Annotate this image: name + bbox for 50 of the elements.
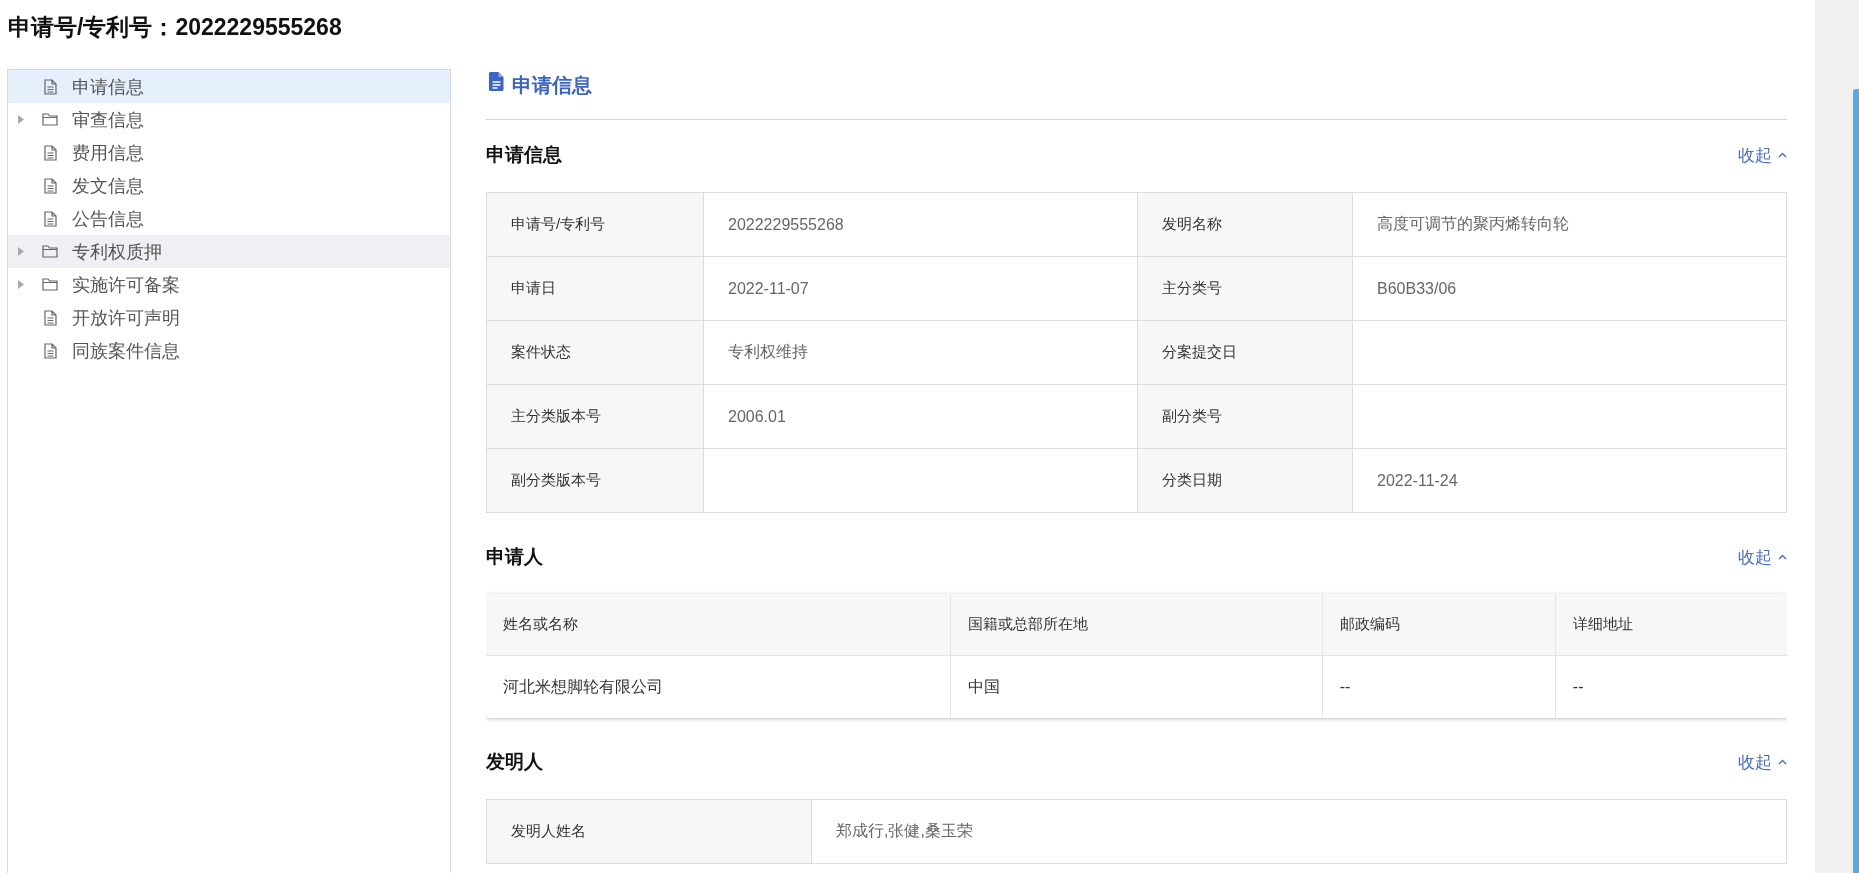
document-icon (43, 210, 57, 227)
section-title: 发明人 (486, 750, 543, 774)
tree-item[interactable]: 申请信息 (8, 70, 450, 103)
field-label: 申请日 (487, 257, 704, 321)
field-value: 高度可调节的聚丙烯转向轮 (1353, 193, 1787, 257)
collapse-link[interactable]: 收起 (1738, 750, 1787, 774)
chevron-up-icon (1778, 152, 1787, 158)
table-cell: -- (1322, 656, 1556, 718)
field-label: 申请号/专利号 (487, 193, 704, 257)
document-icon (43, 342, 57, 359)
column-header: 姓名或名称 (486, 594, 952, 656)
field-label: 分案提交日 (1138, 321, 1353, 385)
caret-icon[interactable] (18, 280, 24, 289)
table-cell: 河北米想脚轮有限公司 (486, 656, 952, 718)
field-value: 郑成行,张健,桑玉荣 (812, 800, 1787, 864)
field-label: 案件状态 (487, 321, 704, 385)
collapse-link[interactable]: 收起 (1738, 143, 1787, 167)
folder-icon (42, 245, 58, 258)
collapse-link[interactable]: 收起 (1738, 545, 1787, 569)
chevron-up-icon (1778, 554, 1787, 560)
scrollbar-thumb[interactable] (1853, 89, 1859, 873)
chevron-up-icon (1778, 759, 1787, 765)
field-label: 副分类版本号 (487, 449, 704, 513)
folder-icon (42, 278, 58, 291)
section-title: 申请人 (486, 545, 543, 569)
folder-icon (42, 113, 58, 126)
field-value: 2022-11-24 (1353, 449, 1787, 513)
field-label: 主分类版本号 (487, 385, 704, 449)
page-title: 申请号/专利号：2022229555268 (8, 13, 342, 42)
column-header: 邮政编码 (1322, 594, 1556, 656)
document-icon (43, 177, 57, 194)
section-title: 申请信息 (486, 143, 562, 167)
field-label: 发明名称 (1138, 193, 1353, 257)
document-icon (43, 78, 57, 95)
table-cell-text: -- (1571, 677, 1585, 697)
table-cell: 中国 (951, 656, 1323, 718)
column-header: 国籍或总部所在地 (951, 594, 1323, 656)
field-label: 主分类号 (1138, 257, 1353, 321)
panel-heading: 申请信息 (512, 73, 592, 98)
field-value: B60B33/06 (1353, 257, 1787, 321)
column-header: 详细地址 (1555, 594, 1787, 656)
tree-item[interactable]: 专利权质押 (8, 235, 450, 268)
caret-icon[interactable] (18, 247, 24, 256)
document-icon (489, 72, 504, 91)
document-icon (43, 309, 57, 326)
field-label: 副分类号 (1138, 385, 1353, 449)
field-label: 分类日期 (1138, 449, 1353, 513)
field-label: 发明人姓名 (487, 800, 812, 864)
document-icon (43, 144, 57, 161)
caret-icon[interactable] (18, 115, 24, 124)
